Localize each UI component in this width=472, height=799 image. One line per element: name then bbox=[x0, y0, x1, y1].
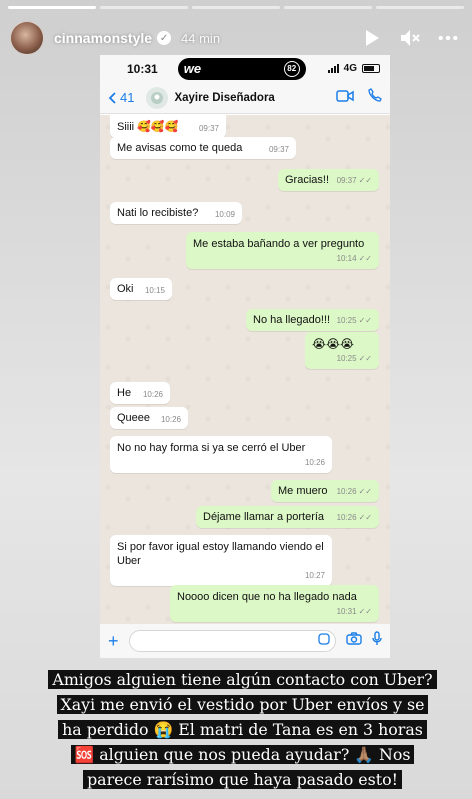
message-outgoing: No ha llegado!!! 10:25 ✓✓ bbox=[246, 309, 379, 331]
back-button[interactable]: 41 bbox=[108, 90, 134, 105]
progress-segment bbox=[100, 6, 188, 9]
time-ago: 44 min bbox=[181, 30, 221, 46]
chat-header: 41 Xayire Diseñadora bbox=[100, 82, 390, 114]
story-progress bbox=[8, 6, 464, 9]
caption-line: parece rarísimo que haya pasado esto! bbox=[83, 770, 402, 789]
app-logo: we bbox=[183, 61, 202, 76]
caption-line: ha perdido 😭 El matri de Tana es en 3 ho… bbox=[58, 720, 427, 739]
message-incoming: He 10:26 bbox=[110, 382, 170, 404]
message-outgoing: Noooo dicen que no ha llegado nada 10:31… bbox=[170, 585, 379, 622]
read-ticks-icon: ✓✓ bbox=[358, 513, 372, 522]
read-ticks-icon: ✓✓ bbox=[358, 176, 372, 185]
network-label: 4G bbox=[343, 63, 357, 74]
message-input[interactable] bbox=[128, 630, 336, 652]
message-incoming: Nati lo recibiste? 10:09 bbox=[110, 202, 242, 224]
camera-icon[interactable] bbox=[346, 632, 362, 650]
read-ticks-icon: ✓✓ bbox=[358, 354, 372, 363]
progress-segment bbox=[8, 6, 96, 9]
phone-status-bar: 10:31 we 82 4G bbox=[100, 55, 390, 82]
message-incoming: Siiii 🥰🥰🥰 09:37 bbox=[110, 115, 226, 138]
read-ticks-icon: ✓✓ bbox=[358, 607, 372, 616]
message-outgoing: Gracias!! 09:37 ✓✓ bbox=[278, 169, 379, 191]
progress-segment bbox=[284, 6, 372, 9]
progress-segment bbox=[192, 6, 280, 9]
battery-icon bbox=[362, 64, 380, 73]
video-call-icon[interactable] bbox=[336, 89, 354, 107]
signal-icon bbox=[327, 64, 339, 73]
message-incoming: Si por favor igual estoy llamando viendo… bbox=[110, 535, 332, 586]
avatar[interactable] bbox=[10, 21, 44, 55]
story-header: cinnamonstyle ✓ 44 min bbox=[0, 16, 472, 60]
chat-screenshot: 10:31 we 82 4G 41 Xayire Diseñadora Siii… bbox=[100, 55, 390, 658]
status-time: 10:31 bbox=[127, 61, 158, 76]
verified-icon: ✓ bbox=[157, 31, 172, 45]
message-incoming: No no hay forma si ya se cerró el Uber 1… bbox=[110, 436, 332, 473]
read-ticks-icon: ✓✓ bbox=[358, 254, 372, 263]
read-ticks-icon: ✓✓ bbox=[358, 316, 372, 325]
contact-avatar[interactable] bbox=[146, 86, 169, 109]
play-icon[interactable] bbox=[362, 28, 382, 48]
message-outgoing: 😭😭😭 10:25 ✓✓ bbox=[305, 332, 379, 369]
message-outgoing: Me muero 10:26 ✓✓ bbox=[271, 480, 379, 502]
message-input-bar: + bbox=[100, 624, 390, 658]
message-outgoing: Me estaba bañando a ver pregunto 10:14 ✓✓ bbox=[186, 232, 379, 269]
caption-line: 🆘 alguien que nos pueda ayudar? 🙏🏽 Nos bbox=[70, 745, 415, 764]
username[interactable]: cinnamonstyle bbox=[54, 30, 152, 46]
message-outgoing: Déjame llamar a portería 10:26 ✓✓ bbox=[196, 506, 379, 528]
read-ticks-icon: ✓✓ bbox=[358, 487, 372, 496]
dynamic-island: we 82 bbox=[177, 57, 306, 80]
back-count: 41 bbox=[120, 90, 135, 105]
story-caption: Amigos alguien tiene algún contacto con … bbox=[29, 667, 456, 792]
notif-count: 82 bbox=[283, 60, 300, 77]
contact-name[interactable]: Xayire Diseñadora bbox=[174, 92, 274, 104]
progress-segment bbox=[376, 6, 464, 9]
microphone-icon[interactable] bbox=[372, 631, 382, 651]
message-incoming: Queee 10:26 bbox=[110, 407, 188, 429]
phone-call-icon[interactable] bbox=[368, 88, 382, 107]
caption-line: Xayi me envió el vestido por Uber envíos… bbox=[56, 695, 429, 714]
mute-icon[interactable] bbox=[400, 28, 420, 48]
chat-messages: Siiii 🥰🥰🥰 09:37 Me avisas como te queda 09… bbox=[100, 115, 390, 624]
sticker-icon[interactable] bbox=[318, 632, 330, 650]
caption-line: Amigos alguien tiene algún contacto con … bbox=[48, 670, 437, 689]
more-icon[interactable] bbox=[438, 28, 458, 48]
message-incoming: Me avisas como te queda 09:37 bbox=[110, 137, 296, 159]
message-incoming: Oki 10:15 bbox=[110, 278, 172, 300]
plus-icon[interactable]: + bbox=[108, 631, 119, 652]
